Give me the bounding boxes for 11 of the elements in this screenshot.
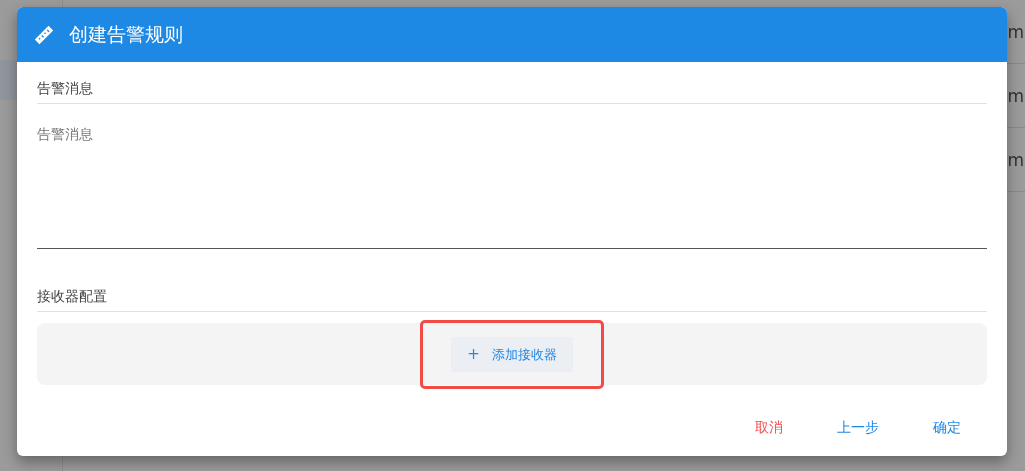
table-cell: m [1007,21,1025,42]
table-cell: m [1007,85,1025,106]
dialog-action-button[interactable]: 上一步 [817,415,899,441]
dialog-action-button[interactable]: 确定 [907,415,987,441]
dialog-title: 创建告警规则 [69,21,183,47]
table-cell: m [1007,149,1025,170]
section-heading: 接收器配置 [37,288,987,312]
ruler-icon [33,23,55,46]
dialog-action-button[interactable]: 取消 [729,415,809,441]
section-heading: 告警消息 [37,80,987,104]
add-receiver-button[interactable]: + 添加接收器 [451,336,573,372]
